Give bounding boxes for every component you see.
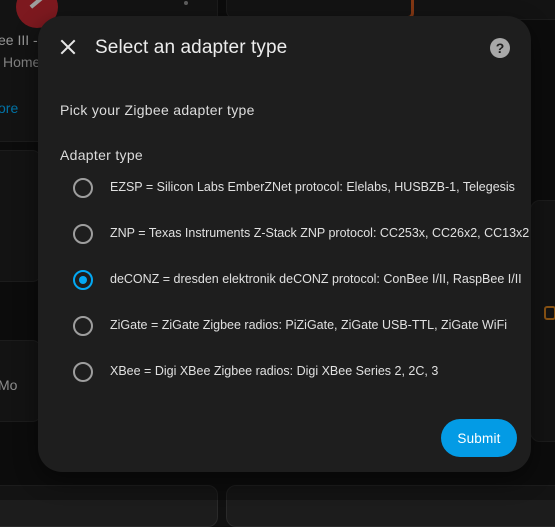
adapter-type-dialog: Select an adapter type ? Pick your Zigbe… bbox=[38, 16, 531, 472]
radio-button[interactable] bbox=[73, 224, 93, 244]
adapter-option-xbee[interactable]: XBee = Digi XBee Zigbee radios: Digi XBe… bbox=[60, 349, 530, 395]
option-label: EZSP = Silicon Labs EmberZNet protocol: … bbox=[110, 180, 515, 194]
adapter-option-deconz[interactable]: deCONZ = dresden elektronik deCONZ proto… bbox=[60, 257, 530, 303]
adapter-option-zigate[interactable]: ZiGate = ZiGate Zigbee radios: PiZiGate,… bbox=[60, 303, 530, 349]
adapter-type-label: Adapter type bbox=[60, 147, 143, 163]
adapter-type-radio-group: EZSP = Silicon Labs EmberZNet protocol: … bbox=[60, 165, 530, 395]
submit-button[interactable]: Submit bbox=[441, 419, 517, 457]
close-button[interactable] bbox=[54, 33, 82, 61]
close-icon bbox=[60, 39, 76, 55]
help-button[interactable]: ? bbox=[490, 38, 510, 58]
adapter-option-znp[interactable]: ZNP = Texas Instruments Z-Stack ZNP prot… bbox=[60, 211, 530, 257]
dialog-description: Pick your Zigbee adapter type bbox=[60, 102, 255, 118]
option-label: ZNP = Texas Instruments Z-Stack ZNP prot… bbox=[110, 226, 530, 240]
radio-button[interactable] bbox=[73, 316, 93, 336]
radio-button[interactable] bbox=[73, 362, 93, 382]
help-circle-icon: ? bbox=[495, 40, 505, 56]
adapter-option-ezsp[interactable]: EZSP = Silicon Labs EmberZNet protocol: … bbox=[60, 165, 530, 211]
option-label: deCONZ = dresden elektronik deCONZ proto… bbox=[110, 272, 522, 286]
dialog-title: Select an adapter type bbox=[95, 37, 288, 58]
dialog-header: Select an adapter type ? bbox=[38, 16, 531, 80]
radio-button[interactable] bbox=[73, 270, 93, 290]
radio-button[interactable] bbox=[73, 178, 93, 198]
option-label: ZiGate = ZiGate Zigbee radios: PiZiGate,… bbox=[110, 318, 507, 332]
option-label: XBee = Digi XBee Zigbee radios: Digi XBe… bbox=[110, 364, 439, 378]
